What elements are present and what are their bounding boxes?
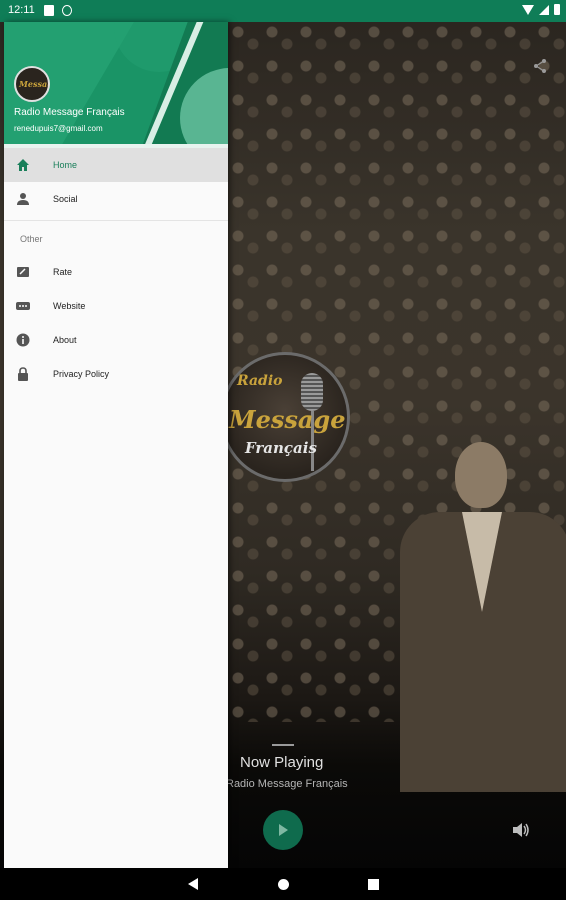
station-name: Radio Message Français <box>226 778 348 790</box>
menu-item-label: About <box>53 335 77 345</box>
lock-icon <box>18 367 28 381</box>
avatar: Message <box>14 66 50 102</box>
logo-text-message: Message <box>229 405 346 434</box>
logo-text-francais: Français <box>245 439 317 457</box>
home-button-icon[interactable] <box>278 879 289 890</box>
menu-item-rate[interactable]: Rate <box>4 255 228 289</box>
menu-item-label: Social <box>53 194 78 204</box>
status-time: 12:11 <box>8 4 35 16</box>
info-icon <box>16 333 30 347</box>
menu-item-label: Home <box>53 160 78 170</box>
battery-icon <box>554 4 560 15</box>
drawer-title: Radio Message Français <box>14 107 125 118</box>
play-icon <box>279 824 288 836</box>
volume-icon[interactable] <box>512 822 530 838</box>
status-bar: 12:11 <box>0 0 566 22</box>
rate-icon <box>17 267 29 277</box>
drawer-email: renedupuis7@gmail.com <box>14 124 103 133</box>
menu-item-about[interactable]: About <box>4 323 228 357</box>
recents-icon[interactable] <box>368 879 379 890</box>
menu-item-label: Website <box>53 301 86 311</box>
menu-item-social[interactable]: Social <box>4 182 228 216</box>
signal-icon <box>539 4 549 15</box>
man-photo <box>400 442 566 792</box>
section-header-other: Other <box>4 221 228 255</box>
website-icon <box>16 302 30 310</box>
back-icon[interactable] <box>188 878 198 890</box>
divider <box>272 744 294 746</box>
home-icon <box>17 159 29 171</box>
menu-item-home[interactable]: Home <box>4 148 228 182</box>
system-navigation-bar <box>0 868 566 900</box>
play-button[interactable] <box>263 810 303 850</box>
section-label: Other <box>20 234 43 244</box>
wifi-icon <box>522 4 534 15</box>
sd-card-icon <box>44 5 54 16</box>
person-icon <box>17 193 29 205</box>
logo-text-radio: Radio <box>237 373 283 389</box>
drawer-header: Message Radio Message Français renedupui… <box>4 22 228 144</box>
share-icon[interactable] <box>532 58 548 74</box>
navigation-drawer: Message Radio Message Français renedupui… <box>4 22 228 868</box>
menu-item-website[interactable]: Website <box>4 289 228 323</box>
sync-icon <box>62 5 72 16</box>
menu-item-label: Privacy Policy <box>53 369 110 379</box>
station-logo: Radio Message Français <box>220 352 350 482</box>
menu-item-privacy-policy[interactable]: Privacy Policy <box>4 357 228 391</box>
menu-item-label: Rate <box>53 267 73 277</box>
now-playing-title: Now Playing <box>240 754 324 771</box>
